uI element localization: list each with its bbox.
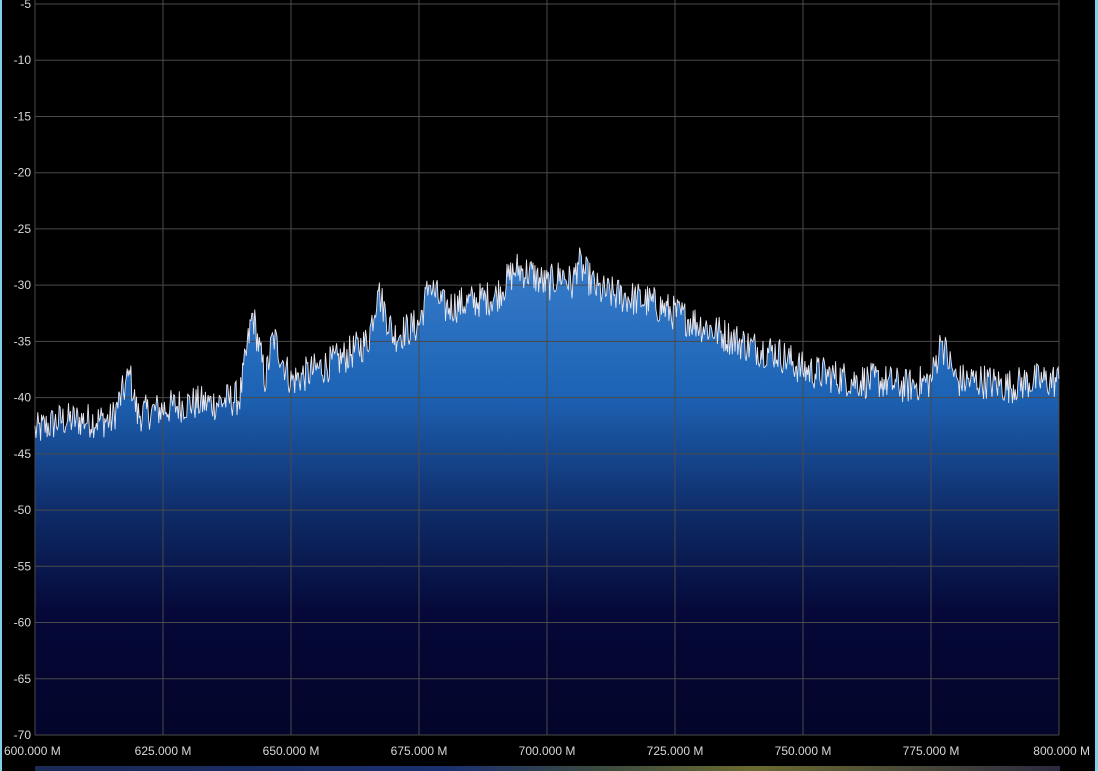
waterfall-strip <box>35 766 1060 771</box>
y-tick-label: -60 <box>14 616 32 630</box>
y-tick-label: -30 <box>14 278 32 292</box>
x-tick-label: 675.000 M <box>391 744 448 758</box>
y-tick-label: -50 <box>14 503 32 517</box>
x-tick-label: 775.000 M <box>903 744 960 758</box>
x-tick-label: 600.000 M <box>4 744 61 758</box>
x-tick-label: 700.000 M <box>519 744 576 758</box>
y-tick-label: -55 <box>14 559 32 573</box>
y-tick-label: -5 <box>20 0 31 11</box>
y-tick-label: -40 <box>14 391 32 405</box>
y-tick-label: -10 <box>14 53 32 67</box>
y-tick-label: -65 <box>14 672 32 686</box>
spectrum-plot[interactable]: -5 -10 -15 -20 -25 -30 -35 -40 -45 -50 -55 -60 -65 -7… <box>0 0 1098 771</box>
x-tick-label: 650.000 M <box>263 744 320 758</box>
x-tick-label: 750.000 M <box>775 744 832 758</box>
x-tick-label: 725.000 M <box>647 744 704 758</box>
x-tick-label: 625.000 M <box>135 744 192 758</box>
y-tick-label: -45 <box>14 447 32 461</box>
y-tick-label: -70 <box>14 728 32 742</box>
y-tick-label: -15 <box>14 109 32 123</box>
x-tick-label: 800.000 M <box>1033 744 1090 758</box>
y-tick-label: -35 <box>14 334 32 348</box>
y-tick-label: -25 <box>14 222 32 236</box>
y-tick-label: -20 <box>14 166 32 180</box>
